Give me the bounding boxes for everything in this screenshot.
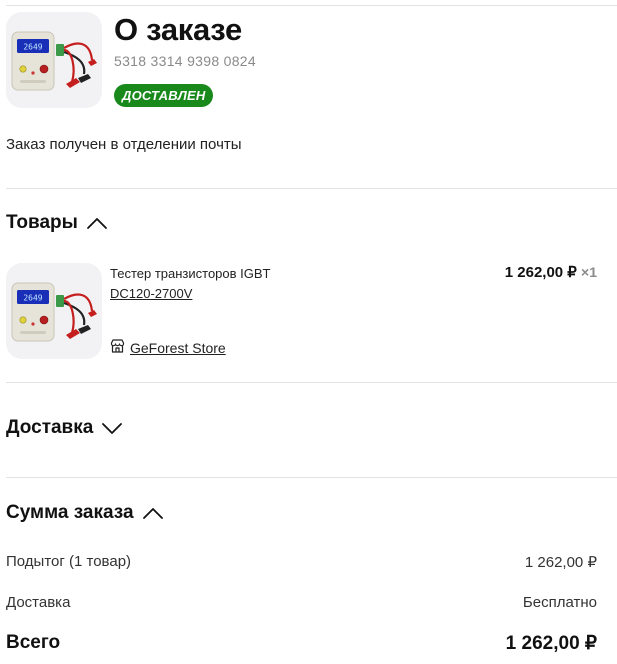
products-section-toggle[interactable]: Товары bbox=[6, 212, 108, 234]
page-title: О заказе bbox=[114, 12, 242, 47]
product-price: 1 262,00 ₽ bbox=[504, 264, 577, 281]
summary-section-title: Сумма заказа bbox=[6, 502, 134, 523]
product-sku: DC120-2700V bbox=[110, 286, 193, 301]
store-icon bbox=[110, 339, 125, 356]
chevron-up-icon bbox=[86, 216, 108, 230]
delivery-cost-label: Доставка bbox=[6, 594, 71, 611]
products-section-title: Товары bbox=[6, 212, 78, 233]
total-row: Всего 1 262,00 ₽ bbox=[6, 632, 597, 655]
delivery-status-text: Заказ получен в отделении почты bbox=[6, 136, 242, 153]
order-number: 5318 3314 9398 0824 bbox=[114, 53, 256, 69]
chevron-up-icon bbox=[142, 506, 164, 520]
chevron-down-icon bbox=[101, 421, 123, 435]
store-link[interactable]: GeForest Store bbox=[110, 339, 226, 356]
delivery-cost-row: Доставка Бесплатно bbox=[6, 594, 597, 611]
transistor-tester-image: 2649 bbox=[11, 31, 97, 91]
product-image[interactable]: 2649 bbox=[6, 263, 102, 359]
order-product-image[interactable]: 2649 bbox=[6, 12, 102, 108]
subtotal-value: 1 262,00 ₽ bbox=[524, 554, 597, 571]
divider bbox=[6, 382, 617, 383]
transistor-tester-image: 2649 bbox=[11, 282, 97, 342]
tester-display-text: 2649 bbox=[23, 43, 42, 52]
store-name: GeForest Store bbox=[130, 339, 226, 356]
delivery-section-title: Доставка bbox=[6, 417, 94, 438]
subtotal-row: Подытог (1 товар) 1 262,00 ₽ bbox=[6, 553, 597, 571]
total-label: Всего bbox=[6, 632, 61, 653]
delivery-cost-value: Бесплатно bbox=[522, 594, 597, 611]
divider bbox=[6, 188, 617, 189]
product-quantity: ×1 bbox=[581, 264, 597, 280]
total-value: 1 262,00 ₽ bbox=[505, 633, 597, 654]
top-divider bbox=[6, 5, 617, 6]
status-badge: ДОСТАВЛЕН bbox=[114, 84, 214, 107]
product-name-link[interactable]: Тестер транзисторов IGBT DC120-2700V bbox=[110, 264, 310, 304]
summary-section-toggle[interactable]: Сумма заказа bbox=[6, 502, 164, 524]
delivery-section-toggle[interactable]: Доставка bbox=[6, 417, 123, 439]
product-price-block: 1 262,00 ₽ ×1 bbox=[505, 263, 597, 281]
tester-display-text: 2649 bbox=[23, 294, 42, 303]
subtotal-label: Подытог (1 товар) bbox=[6, 553, 132, 570]
product-name: Тестер транзисторов IGBT bbox=[110, 266, 271, 281]
divider bbox=[6, 477, 617, 478]
